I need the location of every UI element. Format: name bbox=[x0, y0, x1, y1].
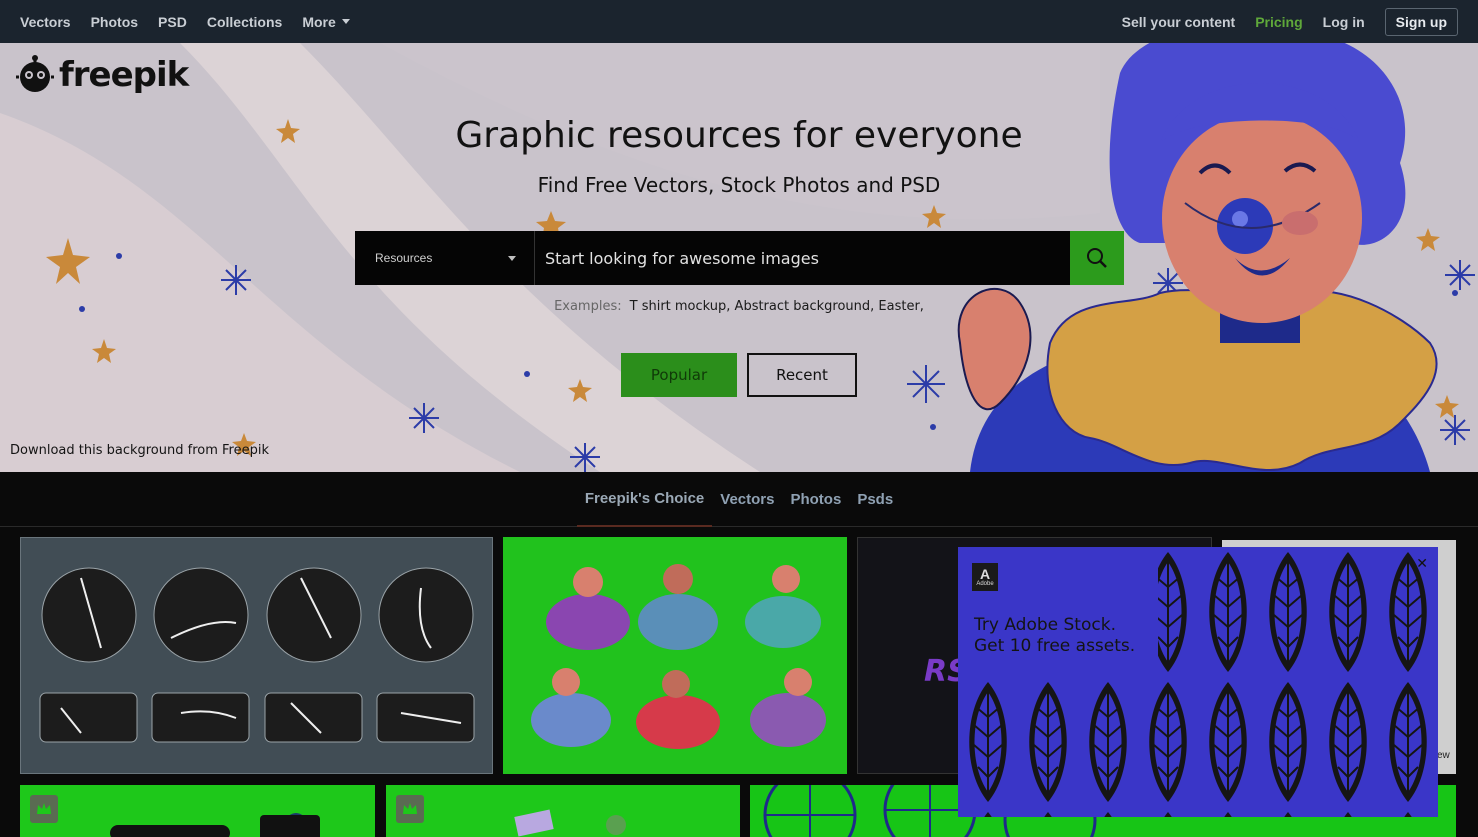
people-illustration-thumbnail bbox=[531, 564, 826, 749]
tab-freepiks-choice[interactable]: Freepik's Choice bbox=[576, 472, 713, 527]
search-button[interactable] bbox=[1070, 231, 1124, 285]
freepik-mascot-icon bbox=[16, 55, 54, 92]
nav-vectors[interactable]: Vectors bbox=[20, 14, 71, 30]
examples-links[interactable]: T shirt mockup, Abstract background, Eas… bbox=[630, 299, 924, 314]
nav-right: Sell your content Pricing Log in Sign up bbox=[1102, 7, 1458, 36]
leaf-pattern-background bbox=[958, 547, 1438, 817]
brand-name: freepik bbox=[59, 55, 189, 95]
nav-photos[interactable]: Photos bbox=[91, 14, 138, 30]
resource-tile-green-2[interactable] bbox=[386, 785, 740, 837]
signup-button[interactable]: Sign up bbox=[1384, 7, 1458, 36]
tile-thumbnail-art bbox=[110, 813, 320, 837]
search-bar: Resources bbox=[355, 231, 1124, 285]
sticker-mockup-thumbnail bbox=[39, 567, 475, 743]
resource-tile-sticker-mockups[interactable] bbox=[20, 537, 493, 774]
ad-line-2: Get 10 free assets. bbox=[974, 636, 1136, 656]
recent-button[interactable]: Recent bbox=[747, 353, 857, 397]
close-icon[interactable]: ✕ bbox=[1416, 555, 1428, 572]
adobe-stock-ad[interactable]: A Adobe Try Adobe Stock. Get 10 free ass… bbox=[958, 547, 1438, 817]
background-credit-link[interactable]: Download this background from Freepik bbox=[10, 443, 269, 458]
nav-more-dropdown[interactable]: More bbox=[302, 13, 350, 30]
login-link[interactable]: Log in bbox=[1323, 14, 1365, 30]
chevron-down-icon bbox=[341, 19, 350, 24]
search-icon bbox=[1087, 248, 1107, 268]
examples-label: Examples: bbox=[554, 299, 622, 314]
resource-tile-green-1[interactable] bbox=[20, 785, 375, 837]
search-examples: Examples: T shirt mockup, Abstract backgr… bbox=[0, 299, 1478, 314]
ad-headline: Try Adobe Stock. Get 10 free assets. bbox=[974, 615, 1135, 657]
tab-vectors[interactable]: Vectors bbox=[712, 472, 782, 527]
resource-type-select[interactable]: Resources bbox=[355, 231, 535, 285]
popular-button[interactable]: Popular bbox=[621, 353, 737, 397]
sell-content-link[interactable]: Sell your content bbox=[1122, 14, 1236, 30]
freepik-logo[interactable]: freepik bbox=[15, 55, 189, 95]
nav-collections[interactable]: Collections bbox=[207, 14, 282, 30]
nav-more-label: More bbox=[302, 13, 336, 30]
chevron-down-icon bbox=[508, 255, 516, 261]
nav-left: Vectors Photos PSD Collections More bbox=[20, 14, 370, 30]
hero-subtitle: Find Free Vectors, Stock Photos and PSD bbox=[537, 173, 941, 197]
tile-thumbnail-art bbox=[514, 809, 626, 837]
tab-psds[interactable]: Psds bbox=[849, 472, 901, 527]
view-label: ew bbox=[1437, 750, 1450, 761]
pricing-link[interactable]: Pricing bbox=[1255, 14, 1302, 30]
hero-banner: freepik Graphic resources for everyone F… bbox=[0, 43, 1478, 472]
ad-brand-label: Adobe bbox=[976, 581, 994, 587]
adobe-logo-icon: A Adobe bbox=[972, 563, 998, 591]
top-navigation: Vectors Photos PSD Collections More Sell… bbox=[0, 0, 1478, 43]
content-tabs: Freepik's Choice Vectors Photos Psds bbox=[0, 472, 1478, 527]
hero-title: Graphic resources for everyone bbox=[455, 115, 1023, 156]
search-input[interactable] bbox=[535, 231, 1070, 285]
ad-line-1: Try Adobe Stock. bbox=[974, 615, 1116, 635]
resource-type-label: Resources bbox=[375, 251, 433, 265]
tab-photos[interactable]: Photos bbox=[782, 472, 849, 527]
resource-tile-people-with-phones[interactable] bbox=[503, 537, 847, 774]
nav-psd[interactable]: PSD bbox=[158, 14, 187, 30]
